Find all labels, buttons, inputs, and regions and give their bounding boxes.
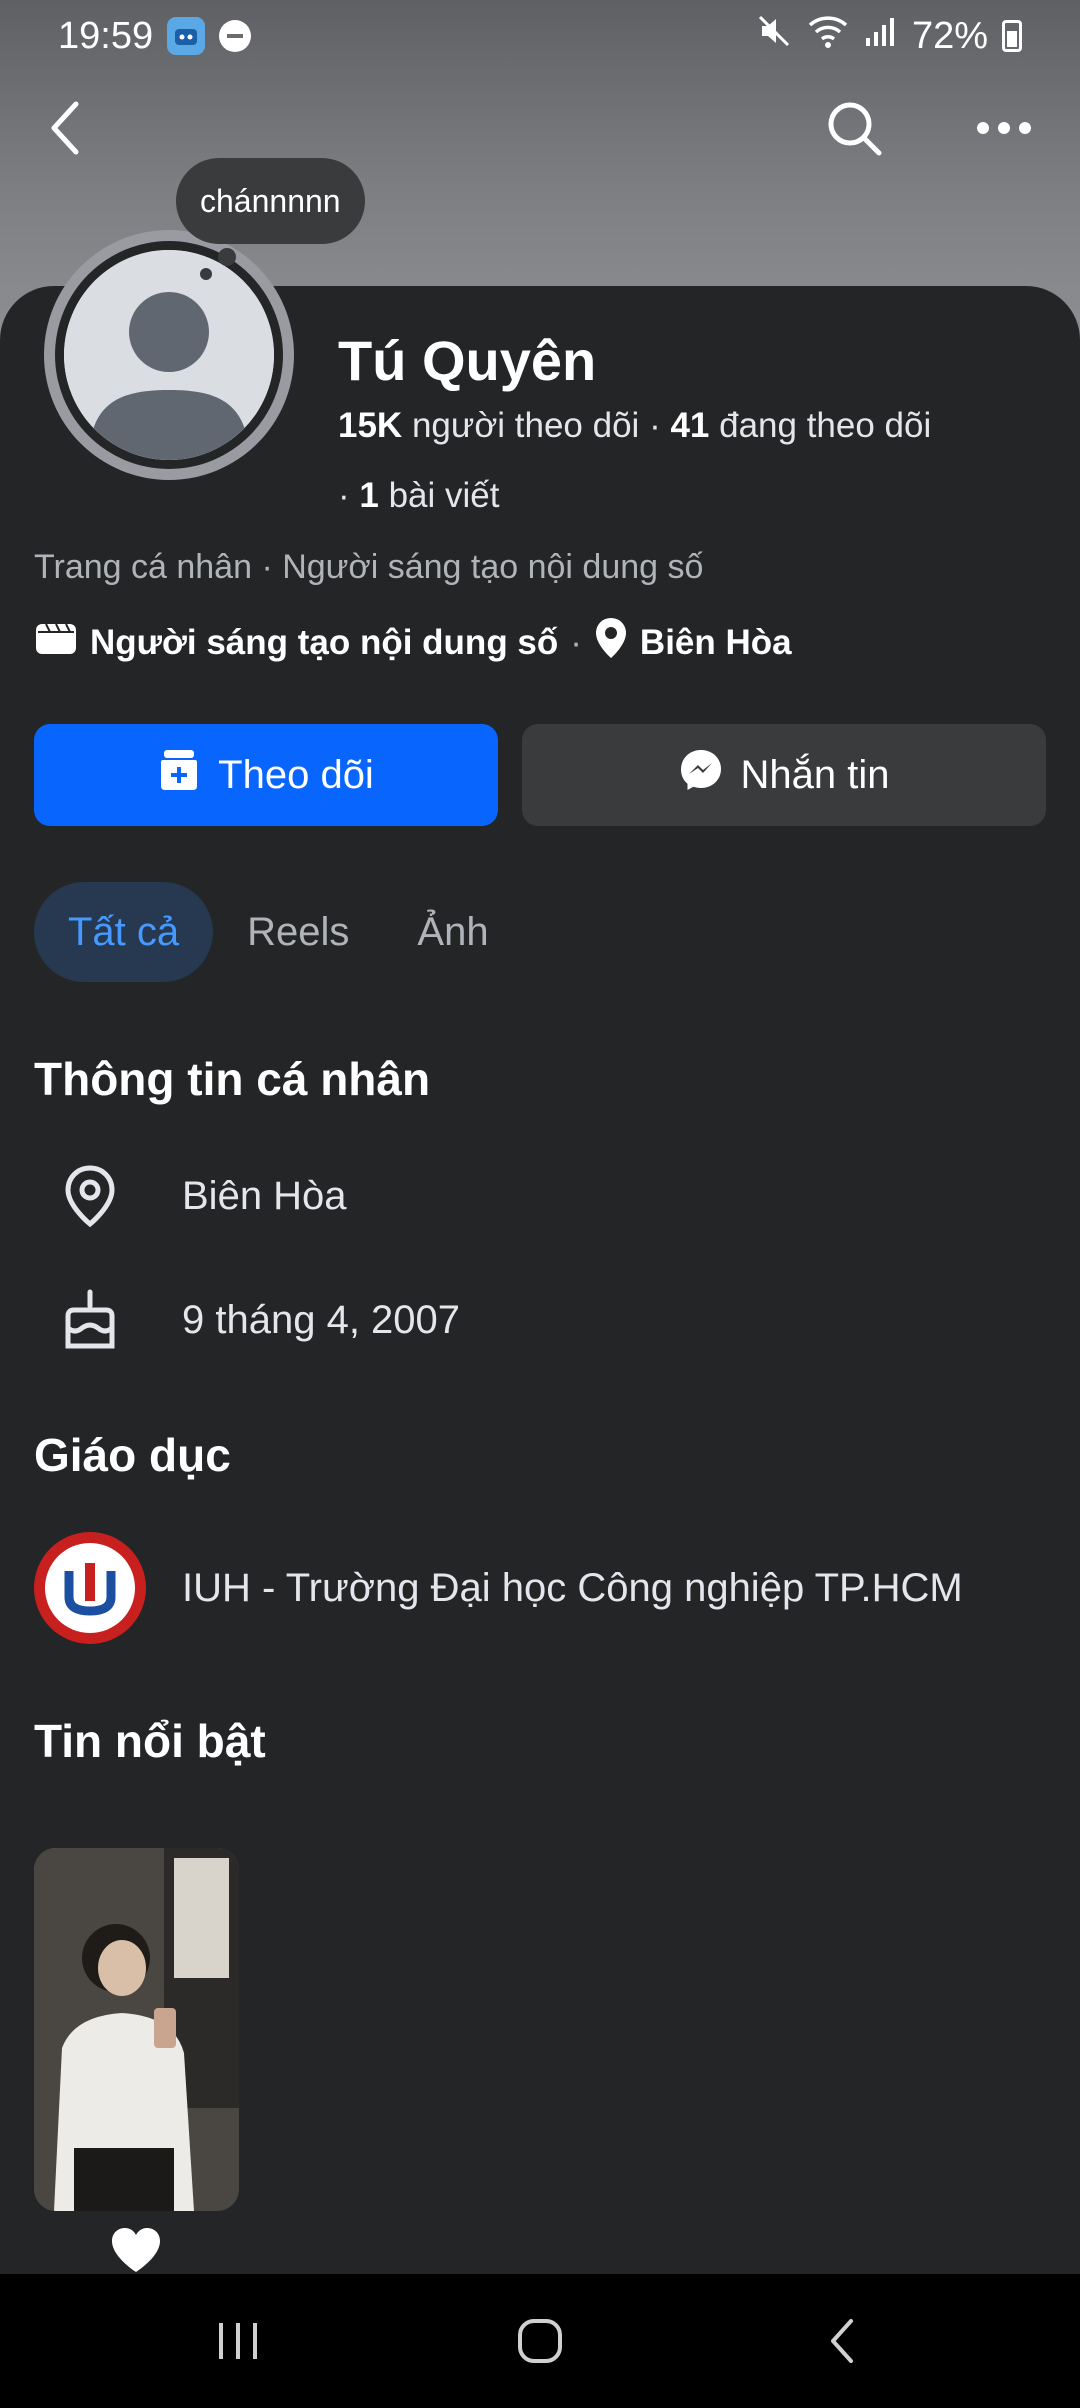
location-pin-outline-icon bbox=[34, 1146, 146, 1246]
back-button[interactable] bbox=[28, 90, 104, 166]
message-button[interactable]: Nhắn tin bbox=[522, 724, 1046, 826]
tab-all[interactable]: Tất cả bbox=[34, 882, 214, 982]
info-row-education[interactable]: IUH - Trường Đại học Công nghiệp TP.HCM bbox=[34, 1530, 1044, 1646]
note-bubble-tail-small bbox=[200, 268, 212, 280]
birthday-cake-icon bbox=[34, 1270, 146, 1370]
profile-category: Trang cá nhân · Người sáng tạo nội dung … bbox=[34, 548, 704, 586]
following-label: đang theo dõi bbox=[719, 406, 932, 445]
info-row-location[interactable]: Biên Hòa bbox=[34, 1146, 1044, 1246]
tab-reels[interactable]: Reels bbox=[213, 882, 383, 982]
note-text: chánnnnn bbox=[200, 182, 341, 219]
profile-tabs: Tất cả Reels Ảnh bbox=[34, 882, 523, 982]
battery-icon bbox=[1002, 20, 1022, 52]
info-location-text: Biên Hòa bbox=[182, 1173, 347, 1218]
follow-label: Theo dõi bbox=[218, 752, 374, 797]
tab-photos[interactable]: Ảnh bbox=[383, 882, 522, 982]
chevron-left-icon bbox=[51, 101, 79, 155]
education-title: Giáo dục bbox=[34, 1429, 231, 1481]
location-pin-icon bbox=[594, 616, 628, 669]
profile-details: Người sáng tạo nội dung số · Biên Hòa bbox=[34, 616, 792, 669]
more-horizontal-icon bbox=[977, 122, 1031, 134]
info-row-birthday: 9 tháng 4, 2007 bbox=[34, 1270, 1044, 1370]
system-back-icon bbox=[831, 2319, 853, 2363]
follow-stats[interactable]: 15K người theo dõi · 41 đang theo dõi bbox=[338, 406, 931, 446]
recent-apps-icon bbox=[219, 2323, 257, 2359]
highlight-story-thumbnail[interactable] bbox=[34, 1848, 239, 2211]
post-stats: · 1 bài viết bbox=[338, 476, 500, 516]
detail-separator: · bbox=[570, 622, 582, 662]
posts-label: bài viết bbox=[388, 476, 500, 515]
signal-icon bbox=[864, 15, 898, 58]
more-options-button[interactable] bbox=[966, 90, 1042, 166]
location-label[interactable]: Biên Hòa bbox=[640, 623, 792, 663]
do-not-disturb-icon bbox=[219, 20, 252, 52]
highlights-title: Tin nổi bật bbox=[34, 1715, 266, 1767]
messenger-icon bbox=[679, 748, 723, 802]
message-label: Nhắn tin bbox=[740, 752, 890, 797]
stat-separator: · bbox=[338, 476, 360, 515]
note-bubble-tail bbox=[218, 248, 236, 266]
follow-icon bbox=[158, 748, 200, 802]
profile-note[interactable]: chánnnnn bbox=[176, 158, 365, 244]
school-logo bbox=[34, 1532, 146, 1644]
home-button[interactable] bbox=[480, 2274, 600, 2408]
profile-avatar[interactable] bbox=[44, 230, 294, 480]
profile-name: Tú Quyên bbox=[338, 329, 597, 392]
info-school-text: IUH - Trường Đại học Công nghiệp TP.HCM bbox=[182, 1565, 963, 1610]
recent-apps-button[interactable] bbox=[178, 2274, 298, 2408]
system-back-button[interactable] bbox=[782, 2274, 902, 2408]
followers-count: 15K bbox=[338, 406, 403, 445]
mute-icon bbox=[756, 13, 792, 59]
default-avatar-icon bbox=[64, 250, 274, 460]
app-notification-icon bbox=[167, 17, 206, 55]
followers-label: người theo dõi bbox=[411, 406, 640, 445]
status-time: 19:59 bbox=[58, 14, 154, 57]
wifi-icon bbox=[806, 13, 850, 59]
search-button[interactable] bbox=[816, 90, 892, 166]
stat-separator: · bbox=[649, 406, 671, 445]
posts-count: 1 bbox=[359, 476, 379, 515]
follow-button[interactable]: Theo dõi bbox=[34, 724, 498, 826]
personal-info-title: Thông tin cá nhân bbox=[34, 1053, 431, 1105]
home-icon bbox=[518, 2319, 562, 2363]
search-icon bbox=[828, 102, 882, 156]
system-navigation-bar bbox=[0, 2274, 1080, 2408]
creator-label: Người sáng tạo nội dung số bbox=[90, 622, 559, 662]
status-bar: 19:59 72% bbox=[0, 0, 1080, 72]
battery-percentage: 72% bbox=[911, 14, 988, 57]
info-birthday-text: 9 tháng 4, 2007 bbox=[182, 1297, 461, 1342]
following-count: 41 bbox=[670, 406, 710, 445]
top-navigation bbox=[0, 90, 1080, 166]
heart-icon bbox=[110, 2226, 162, 2274]
creator-icon bbox=[34, 620, 78, 665]
